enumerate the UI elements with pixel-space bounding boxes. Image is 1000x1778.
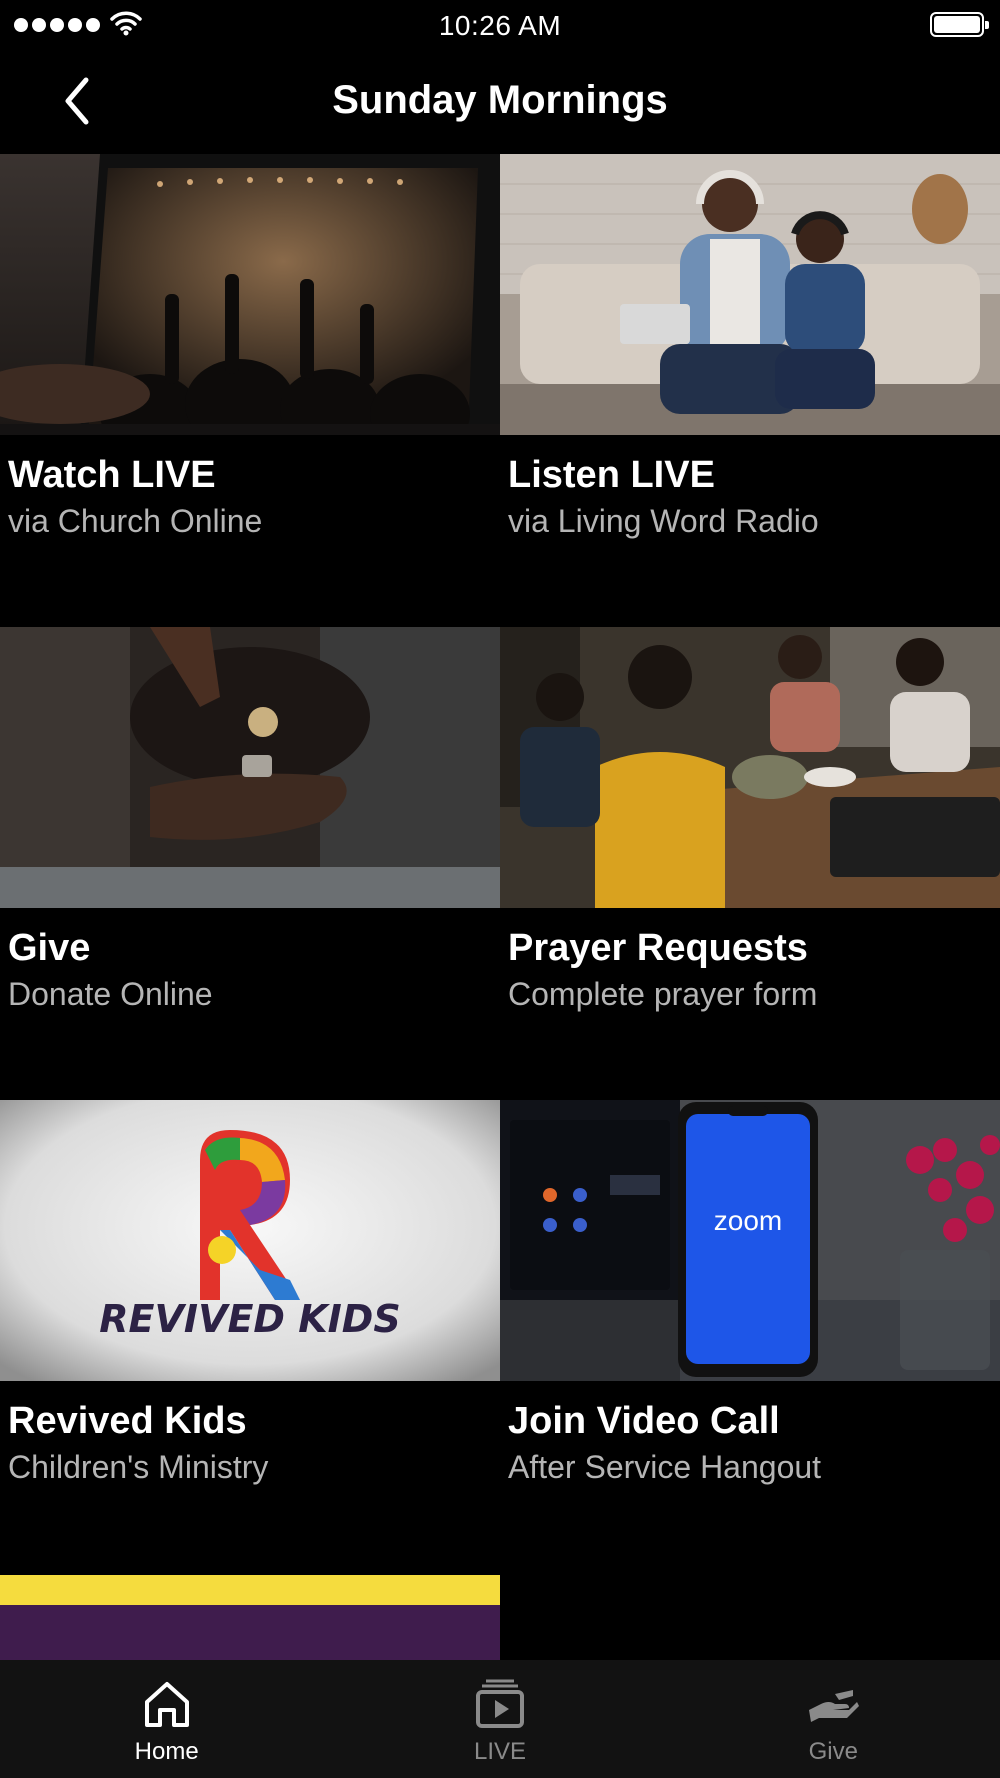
tile-title: Join Video Call [508,1400,780,1442]
page-title: Sunday Mornings [332,78,668,122]
tab-label: Home [134,1738,199,1765]
tile-revived-kids[interactable]: REVIVED KIDS Revived Kids Children's Min… [0,1100,500,1573]
tab-live[interactable]: LIVE [333,1660,666,1778]
tile-title: Revived Kids [8,1400,247,1442]
tab-bar: Home LIVE Give [0,1660,1000,1778]
tile-image-family-praying [500,627,1000,908]
tile-subtitle: Children's Ministry [8,1449,269,1485]
tile-title: Watch LIVE [8,454,216,496]
tile-image-revived-kids-logo: REVIVED KIDS [0,1100,500,1381]
tab-label: Give [808,1738,858,1765]
status-time: 10:26 AM [438,10,562,41]
zoom-phone-text: zoom [714,1205,782,1236]
tile-partial-next[interactable] [0,1575,500,1660]
tile-listen-live[interactable]: Listen LIVE via Living Word Radio [500,154,1000,627]
status-bar: 10:26 AM [0,0,1000,50]
home-icon [144,1682,189,1727]
tile-image-coins-hand [0,627,500,908]
tile-title: Give [8,927,91,969]
live-video-icon [475,1679,524,1728]
give-hand-icon [809,1690,860,1722]
tile-join-video-call[interactable]: zoom Join Video Call After Service Hango… [500,1100,1000,1573]
tile-title: Prayer Requests [508,927,808,969]
tile-prayer-requests[interactable]: Prayer Requests Complete prayer form [500,627,1000,1100]
tile-image-father-son-sofa [500,154,1000,435]
tile-subtitle: via Living Word Radio [508,503,819,539]
tile-title: Listen LIVE [508,454,715,496]
tile-watch-live[interactable]: Watch LIVE via Church Online [0,154,500,627]
tile-subtitle: After Service Hangout [508,1449,822,1485]
tab-home[interactable]: Home [0,1660,333,1778]
tab-give[interactable]: Give [667,1660,1000,1778]
tab-label: LIVE [473,1738,526,1765]
tile-subtitle: via Church Online [8,503,263,539]
tile-subtitle: Donate Online [8,976,213,1012]
navigation-bar: Sunday Mornings [0,50,1000,154]
revived-kids-logo-text: REVIVED KIDS [99,1297,400,1341]
tile-image-zoom-phone: zoom [500,1100,1000,1381]
tile-subtitle: Complete prayer form [508,976,818,1012]
battery-icon [930,12,989,37]
tile-give[interactable]: Give Donate Online [0,627,500,1100]
tile-image-concert-laptop [0,154,500,435]
